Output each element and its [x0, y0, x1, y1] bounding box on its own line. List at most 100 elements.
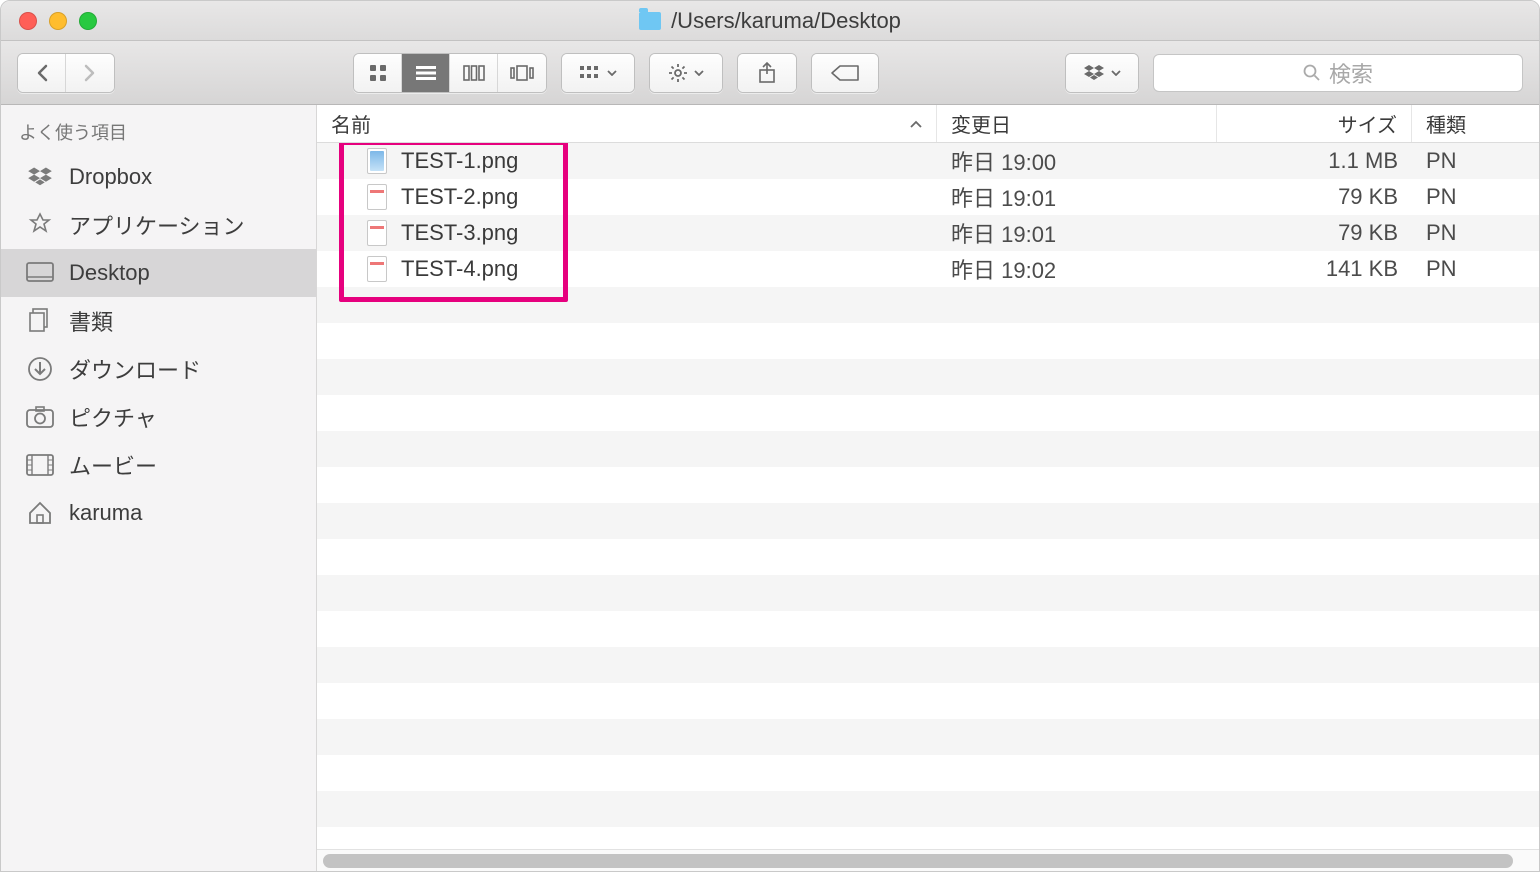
file-thumbnail-icon	[367, 256, 387, 282]
file-size: 141 KB	[1326, 256, 1398, 282]
file-kind: PN	[1426, 220, 1457, 246]
file-row[interactable]: TEST-4.png 昨日 19:02 141 KB PN	[317, 251, 1539, 287]
empty-row	[317, 683, 1539, 719]
sort-ascending-icon	[910, 120, 922, 128]
toolbar: 検索	[1, 41, 1539, 105]
pictures-icon	[25, 404, 55, 430]
empty-row	[317, 575, 1539, 611]
empty-row	[317, 467, 1539, 503]
file-date: 昨日 19:01	[951, 217, 1056, 249]
file-name: TEST-3.png	[401, 220, 518, 246]
sidebar-item-label: Dropbox	[69, 164, 152, 190]
dropbox-icon	[1083, 64, 1105, 82]
sidebar-item-downloads[interactable]: ダウンロード	[1, 345, 316, 393]
sidebar-item-label: karuma	[69, 500, 142, 526]
file-kind: PN	[1426, 148, 1457, 174]
share-button[interactable]	[737, 53, 797, 93]
minimize-window-button[interactable]	[49, 12, 67, 30]
file-list[interactable]: TEST-1.png 昨日 19:00 1.1 MB PN TEST-2.png…	[317, 143, 1539, 849]
empty-row	[317, 503, 1539, 539]
empty-row	[317, 395, 1539, 431]
sidebar-item-label: Desktop	[69, 260, 150, 286]
arrange-dropdown[interactable]	[561, 53, 635, 93]
sidebar-section-favorites: よく使う項目	[1, 115, 316, 153]
desktop-icon	[25, 260, 55, 286]
forward-button[interactable]	[66, 54, 114, 92]
file-date: 昨日 19:02	[951, 253, 1056, 285]
file-name: TEST-2.png	[401, 184, 518, 210]
column-header-size[interactable]: サイズ	[1217, 105, 1412, 142]
empty-row	[317, 323, 1539, 359]
column-header-size-label: サイズ	[1338, 109, 1397, 138]
empty-row	[317, 431, 1539, 467]
file-size: 79 KB	[1338, 220, 1398, 246]
file-row[interactable]: TEST-2.png 昨日 19:01 79 KB PN	[317, 179, 1539, 215]
sidebar: よく使う項目 Dropbox アプリケーション Desktop 書類 ダウンロー…	[1, 105, 317, 871]
titlebar: /Users/karuma/Desktop	[1, 1, 1539, 41]
action-dropdown[interactable]	[649, 53, 723, 93]
close-window-button[interactable]	[19, 12, 37, 30]
zoom-window-button[interactable]	[79, 12, 97, 30]
chevron-down-icon	[694, 70, 704, 76]
sidebar-item-movies[interactable]: ムービー	[1, 441, 316, 489]
tags-button[interactable]	[811, 53, 879, 93]
sidebar-item-applications[interactable]: アプリケーション	[1, 201, 316, 249]
column-headers: 名前 変更日 サイズ 種類	[317, 105, 1539, 143]
share-icon	[758, 62, 776, 84]
search-field[interactable]: 検索	[1153, 54, 1523, 92]
sidebar-item-label: ダウンロード	[69, 353, 201, 385]
file-size: 79 KB	[1338, 184, 1398, 210]
empty-row	[317, 539, 1539, 575]
column-header-name-label: 名前	[331, 109, 371, 138]
file-kind: PN	[1426, 256, 1457, 282]
scrollbar-thumb[interactable]	[323, 854, 1513, 868]
sidebar-item-label: 書類	[69, 305, 113, 337]
back-button[interactable]	[18, 54, 66, 92]
sidebar-item-pictures[interactable]: ピクチャ	[1, 393, 316, 441]
view-list-button[interactable]	[402, 54, 450, 92]
sidebar-item-home[interactable]: karuma	[1, 489, 316, 537]
file-row[interactable]: TEST-1.png 昨日 19:00 1.1 MB PN	[317, 143, 1539, 179]
sidebar-item-label: アプリケーション	[69, 209, 245, 241]
empty-row	[317, 719, 1539, 755]
file-thumbnail-icon	[367, 220, 387, 246]
view-column-button[interactable]	[450, 54, 498, 92]
column-header-kind[interactable]: 種類	[1412, 105, 1539, 142]
file-kind: PN	[1426, 184, 1457, 210]
horizontal-scrollbar[interactable]	[317, 849, 1539, 871]
window-controls	[1, 12, 97, 30]
chevron-down-icon	[1111, 70, 1121, 76]
window-title: /Users/karuma/Desktop	[1, 8, 1539, 34]
view-coverflow-button[interactable]	[498, 54, 546, 92]
downloads-icon	[25, 356, 55, 382]
documents-icon	[25, 308, 55, 334]
column-header-date-label: 変更日	[951, 109, 1011, 138]
column-header-kind-label: 種類	[1426, 109, 1466, 138]
empty-row	[317, 611, 1539, 647]
search-placeholder: 検索	[1329, 57, 1373, 89]
sidebar-item-documents[interactable]: 書類	[1, 297, 316, 345]
file-size: 1.1 MB	[1328, 148, 1398, 174]
empty-row	[317, 755, 1539, 791]
sidebar-item-dropbox[interactable]: Dropbox	[1, 153, 316, 201]
empty-row	[317, 791, 1539, 827]
title-path: /Users/karuma/Desktop	[671, 8, 901, 34]
column-header-date[interactable]: 変更日	[937, 105, 1217, 142]
search-icon	[1303, 64, 1321, 82]
gear-icon	[668, 63, 688, 83]
empty-row	[317, 359, 1539, 395]
sidebar-item-desktop[interactable]: Desktop	[1, 249, 316, 297]
file-thumbnail-icon	[367, 148, 387, 174]
view-icon-button[interactable]	[354, 54, 402, 92]
empty-row	[317, 647, 1539, 683]
finder-window: /Users/karuma/Desktop	[0, 0, 1540, 872]
file-name: TEST-1.png	[401, 148, 518, 174]
file-row[interactable]: TEST-3.png 昨日 19:01 79 KB PN	[317, 215, 1539, 251]
content-area: よく使う項目 Dropbox アプリケーション Desktop 書類 ダウンロー…	[1, 105, 1539, 871]
column-header-name[interactable]: 名前	[317, 105, 937, 142]
dropbox-icon	[25, 164, 55, 190]
view-mode-buttons	[353, 53, 547, 93]
dropbox-dropdown[interactable]	[1065, 53, 1139, 93]
main-panel: 名前 変更日 サイズ 種類 TEST-1.png 昨日 19:00 1.1 MB…	[317, 105, 1539, 871]
tag-icon	[830, 64, 860, 82]
